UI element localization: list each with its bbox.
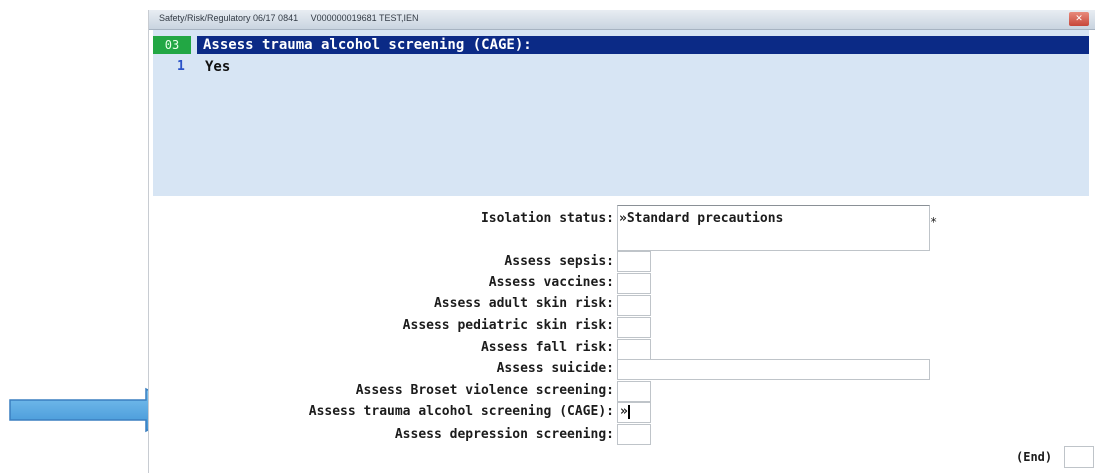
window-title-module: Safety/Risk/Regulatory 06/17 0841	[159, 13, 299, 23]
close-button[interactable]: ✕	[1069, 12, 1089, 26]
form-row-suicide: Assess suicide:	[0, 360, 614, 378]
depression-field[interactable]	[617, 424, 651, 445]
end-label: (End)	[1016, 450, 1053, 464]
form-row-pediatric-skin-risk: Assess pediatric skin risk:	[0, 317, 614, 335]
form-label: Assess suicide:	[496, 361, 614, 376]
window-title: Safety/Risk/Regulatory 06/17 0841 V00000…	[159, 13, 429, 23]
vaccines-field[interactable]	[617, 273, 651, 294]
form-row-adult-skin-risk: Assess adult skin risk:	[0, 295, 614, 313]
current-question-row: 03 Assess trauma alcohol screening (CAGE…	[153, 36, 1089, 54]
form-row-isolation-status: Isolation status:	[0, 210, 614, 228]
fall-risk-field[interactable]	[617, 339, 651, 360]
form-label: Assess adult skin risk:	[433, 296, 614, 311]
form-label: Assess pediatric skin risk:	[402, 318, 614, 333]
trauma-alcohol-cage-field[interactable]: »	[617, 402, 651, 423]
isolation-status-value: »Standard precautions	[619, 211, 784, 226]
cage-field-value: »	[620, 404, 628, 419]
end-field[interactable]	[1064, 446, 1094, 468]
sepsis-field[interactable]	[617, 251, 651, 272]
window-title-patient: V000000019681 TEST,IEN	[310, 13, 419, 23]
required-marker: *	[930, 215, 938, 229]
form-label: Isolation status:	[480, 211, 614, 226]
form-label: Assess sepsis:	[504, 254, 614, 269]
adult-skin-risk-field[interactable]	[617, 295, 651, 316]
form-label: Assess vaccines:	[488, 275, 614, 290]
isolation-status-field[interactable]: »Standard precautions	[617, 205, 930, 251]
form-row-depression: Assess depression screening:	[0, 426, 614, 444]
window-titlebar: Safety/Risk/Regulatory 06/17 0841 V00000…	[149, 10, 1095, 30]
broset-violence-field[interactable]	[617, 381, 651, 402]
close-icon: ✕	[1075, 14, 1083, 24]
answer-number: 1	[177, 59, 185, 74]
question-text: Assess trauma alcohol screening (CAGE):	[197, 36, 1089, 54]
form-label: Assess trauma alcohol screening (CAGE):	[308, 404, 614, 419]
answer-value: Yes	[205, 59, 231, 75]
form-label: Assess fall risk:	[480, 340, 614, 355]
suicide-field[interactable]	[617, 359, 930, 380]
form-label: Assess depression screening:	[394, 427, 614, 442]
form-row-fall-risk: Assess fall risk:	[0, 339, 614, 357]
form-row-sepsis: Assess sepsis:	[0, 253, 614, 271]
form-row-vaccines: Assess vaccines:	[0, 274, 614, 292]
form-row-trauma-alcohol-cage: Assess trauma alcohol screening (CAGE):	[0, 403, 614, 421]
form-label: Assess Broset violence screening:	[355, 383, 614, 398]
question-number: 03	[153, 36, 191, 54]
question-panel: 03 Assess trauma alcohol screening (CAGE…	[153, 30, 1089, 196]
form-row-broset-violence: Assess Broset violence screening:	[0, 382, 614, 400]
text-cursor	[627, 404, 630, 419]
pediatric-skin-risk-field[interactable]	[617, 317, 651, 338]
